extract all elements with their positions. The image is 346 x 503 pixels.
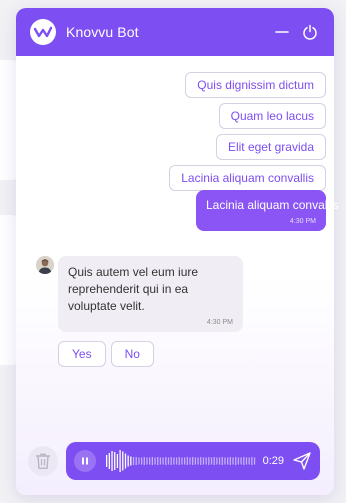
knovvu-logo-icon — [30, 19, 56, 45]
bot-message-bubble: Quis autem vel eum iure reprehenderit qu… — [58, 256, 243, 332]
bot-message-text: Quis autem vel eum iure reprehenderit qu… — [68, 265, 199, 313]
option-button[interactable]: Quam leo lacus — [218, 103, 326, 129]
bot-avatar — [36, 256, 54, 274]
chat-header: Knovvu Bot — [16, 8, 334, 56]
chat-title: Knovvu Bot — [66, 24, 139, 40]
send-icon[interactable] — [292, 451, 312, 471]
quick-replies: Yes No — [58, 341, 159, 367]
user-message-text: Lacinia aliquam convallis — [206, 198, 339, 212]
pause-icon[interactable] — [74, 450, 96, 472]
recording-duration: 0:29 — [262, 455, 284, 467]
trash-icon[interactable] — [28, 446, 58, 476]
bot-message-time: 4:30 PM — [206, 319, 233, 326]
option-button[interactable]: Elit eget gravida — [215, 134, 326, 160]
power-icon[interactable] — [300, 22, 320, 42]
yes-button[interactable]: Yes — [58, 341, 106, 367]
user-message-time: 4:30 PM — [289, 218, 316, 225]
no-button[interactable]: No — [110, 341, 154, 367]
audio-waveform — [106, 450, 256, 472]
minimize-icon[interactable] — [272, 22, 292, 42]
user-message-bubble: Lacinia aliquam convallis 4:30 PM — [196, 190, 339, 231]
option-button[interactable]: Lacinia aliquam convallis — [169, 165, 326, 191]
option-list: Quis dignissim dictum Quam leo lacus Eli… — [169, 72, 326, 196]
option-button[interactable]: Quis dignissim dictum — [185, 72, 326, 98]
voice-recorder: 0:29 — [66, 442, 320, 480]
